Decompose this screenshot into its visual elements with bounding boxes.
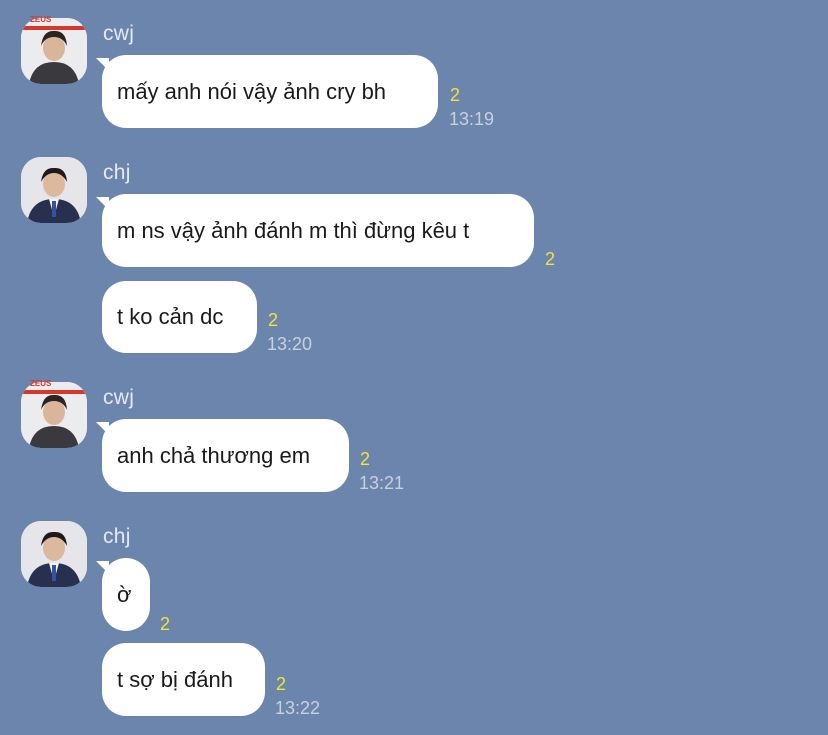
avatar-chj[interactable]: [21, 521, 87, 587]
avatar-cwj[interactable]: [21, 18, 87, 84]
message-text: mấy anh nói vậy ảnh cry bh: [117, 78, 387, 104]
message-time: 13:19: [449, 109, 495, 129]
message-time: 13:20: [267, 334, 313, 354]
unread-count: 2: [160, 614, 171, 634]
avatar-badge: ZEUS: [30, 379, 52, 388]
message-text: ờ: [117, 581, 132, 607]
message-bubble[interactable]: anh chả thương em: [102, 419, 349, 492]
message-time: 13:21: [359, 473, 405, 493]
message-text: anh chả thương em: [117, 442, 311, 468]
unread-count: 2: [450, 85, 461, 105]
message-bubble[interactable]: ờ: [102, 558, 150, 631]
sender-name: chj: [103, 525, 131, 548]
message-time: 13:22: [275, 698, 321, 718]
message-text: t ko cản dc: [117, 304, 224, 329]
sender-name: cwj: [103, 22, 135, 45]
avatar-cwj[interactable]: [21, 382, 87, 448]
avatar-badge: ZEUS: [30, 15, 52, 24]
sender-name: chj: [103, 161, 131, 184]
message-bubble[interactable]: m ns vậy ảnh đánh m thì đừng kêu t: [102, 194, 534, 267]
message-bubble[interactable]: t ko cản dc: [102, 281, 257, 353]
message-bubble[interactable]: mấy anh nói vậy ảnh cry bh: [102, 55, 438, 128]
avatar-chj[interactable]: [21, 157, 87, 223]
unread-count: 2: [360, 449, 371, 469]
unread-count: 2: [276, 674, 287, 694]
sender-name: cwj: [103, 386, 135, 409]
message-bubble[interactable]: t sợ bị đánh: [102, 643, 265, 716]
message-text: m ns vậy ảnh đánh m thì đừng kêu t: [117, 217, 470, 243]
unread-count: 2: [545, 249, 556, 269]
message-text: t sợ bị đánh: [117, 666, 233, 692]
unread-count: 2: [268, 310, 279, 330]
